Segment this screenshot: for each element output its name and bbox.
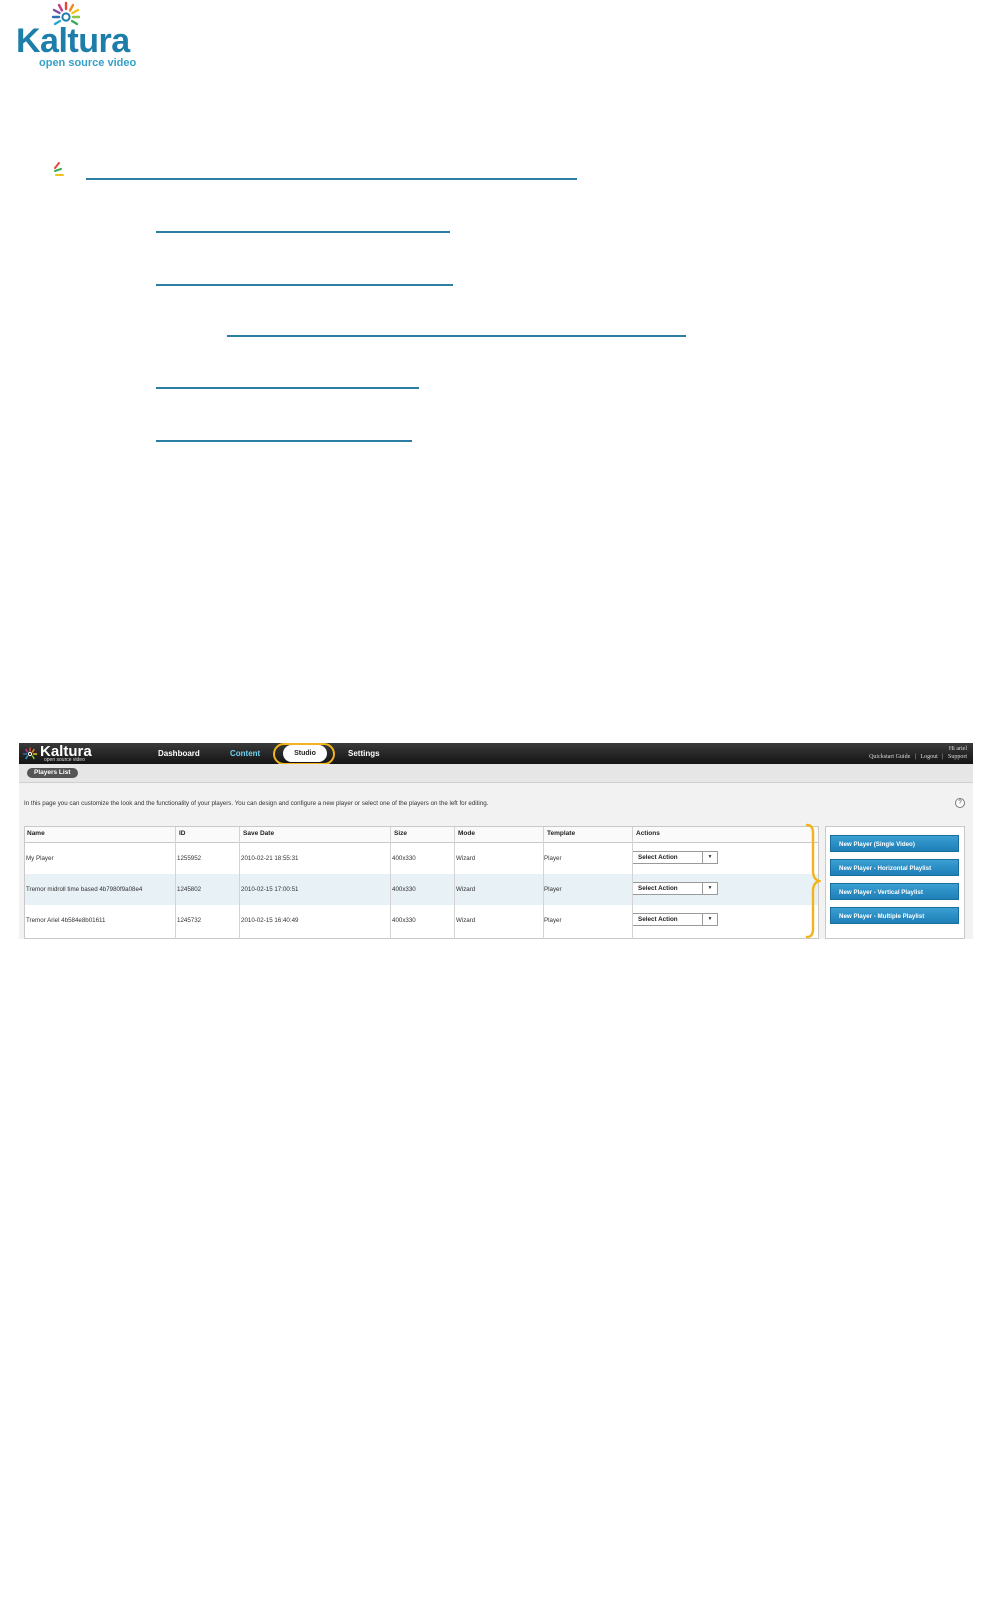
cell-id: 1245732 <box>177 917 202 924</box>
column-header-save-date[interactable]: Save Date <box>243 830 274 837</box>
new-player-horizontal-playlist-button[interactable]: New Player - Horizontal Playlist <box>830 859 959 876</box>
column-divider <box>543 827 544 939</box>
logout-link[interactable]: Logout <box>920 754 937 760</box>
cell-id: 1255952 <box>177 855 202 862</box>
cell-mode: Wizard <box>456 917 476 924</box>
nav-settings[interactable]: Settings <box>348 743 380 764</box>
select-action-dropdown[interactable]: Select Action ▼ <box>632 851 718 864</box>
column-header-id[interactable]: ID <box>179 830 186 837</box>
separator: | <box>942 754 944 760</box>
intro-text: In this page you can customize the look … <box>24 800 489 807</box>
chevron-down-icon: ▼ <box>702 852 717 863</box>
highlight-brace <box>805 823 821 939</box>
cell-template: Player <box>544 917 562 924</box>
kmc-logo-tagline: open source video <box>44 757 85 763</box>
table-row[interactable]: My Player 1255952 2010-02-21 18:55:31 40… <box>25 843 818 874</box>
select-action-label: Select Action <box>638 885 678 892</box>
column-header-size[interactable]: Size <box>394 830 407 837</box>
cell-date: 2010-02-15 16:40:49 <box>241 917 299 924</box>
sub-navigation: Players List <box>19 764 973 783</box>
cell-size: 400x330 <box>392 855 416 862</box>
logo-wordmark: Kaltura <box>16 22 130 60</box>
column-divider <box>175 827 176 939</box>
quickstart-link[interactable]: Quickstart Guide <box>869 754 910 760</box>
column-divider <box>454 827 455 939</box>
select-action-label: Select Action <box>638 916 678 923</box>
toc-link-4[interactable] <box>227 335 686 337</box>
toc-bullet-icon <box>54 162 64 176</box>
cell-size: 400x330 <box>392 886 416 893</box>
chevron-down-icon: ▼ <box>702 883 717 894</box>
cell-template: Player <box>544 886 562 893</box>
column-divider <box>390 827 391 939</box>
tab-players-list[interactable]: Players List <box>27 768 78 778</box>
chevron-down-icon: ▼ <box>702 914 717 925</box>
column-divider <box>632 827 633 939</box>
column-divider <box>239 827 240 939</box>
table-row[interactable]: Tremor midroll time based 4b7980f9a08e4 … <box>25 874 818 905</box>
table-header <box>25 827 818 843</box>
column-header-mode[interactable]: Mode <box>458 830 475 837</box>
toc-link-2[interactable] <box>156 231 450 233</box>
select-action-label: Select Action <box>638 854 678 861</box>
select-action-dropdown[interactable]: Select Action ▼ <box>632 913 718 926</box>
new-player-vertical-playlist-button[interactable]: New Player - Vertical Playlist <box>830 883 959 900</box>
cell-id: 1245802 <box>177 886 202 893</box>
support-link[interactable]: Support <box>948 754 967 760</box>
nav-dashboard[interactable]: Dashboard <box>158 743 200 764</box>
cell-name: Tremor midroll time based 4b7980f9a08e4 <box>26 886 143 893</box>
new-player-single-video-button[interactable]: New Player (Single Video) <box>830 835 959 852</box>
cell-name: Tremor Ariel 4b584e8b01611 <box>26 917 106 924</box>
toc-link-6[interactable] <box>156 440 412 442</box>
cell-template: Player <box>544 855 562 862</box>
new-player-multiple-playlist-button[interactable]: New Player - Multiple Playlist <box>830 907 959 924</box>
column-header-template[interactable]: Template <box>547 830 575 837</box>
separator: | <box>914 754 916 760</box>
select-action-dropdown[interactable]: Select Action ▼ <box>632 882 718 895</box>
studio-highlight-ring <box>273 743 335 765</box>
new-player-panel: New Player (Single Video) New Player - H… <box>825 826 965 939</box>
kmc-screenshot: Kaltura open source video Dashboard Cont… <box>19 743 973 939</box>
help-icon[interactable]: ? <box>955 798 965 808</box>
cell-date: 2010-02-15 17:00:51 <box>241 886 299 893</box>
sunburst-icon <box>22 747 38 760</box>
column-header-actions: Actions <box>636 830 660 837</box>
cell-name: My Player <box>26 855 54 862</box>
cell-size: 400x330 <box>392 917 416 924</box>
toc-link-3[interactable] <box>156 284 453 286</box>
account-links: Hi ariel Quickstart Guide | Logout | Sup… <box>866 745 967 761</box>
kmc-top-bar: Kaltura open source video Dashboard Cont… <box>19 743 973 765</box>
cell-mode: Wizard <box>456 855 476 862</box>
table-row[interactable]: Tremor Ariel 4b584e8b01611 1245732 2010-… <box>25 905 818 936</box>
cell-mode: Wizard <box>456 886 476 893</box>
nav-content[interactable]: Content <box>230 743 260 764</box>
column-header-name[interactable]: Name <box>27 830 45 837</box>
greeting: Hi ariel <box>948 746 967 752</box>
toc-link-1[interactable] <box>86 178 577 180</box>
toc-link-5[interactable] <box>156 387 419 389</box>
cell-date: 2010-02-21 18:55:31 <box>241 855 299 862</box>
players-table: My Player 1255952 2010-02-21 18:55:31 40… <box>24 826 819 939</box>
kaltura-logo: Kaltura open source video <box>16 0 166 72</box>
logo-tagline: open source video <box>39 57 137 69</box>
